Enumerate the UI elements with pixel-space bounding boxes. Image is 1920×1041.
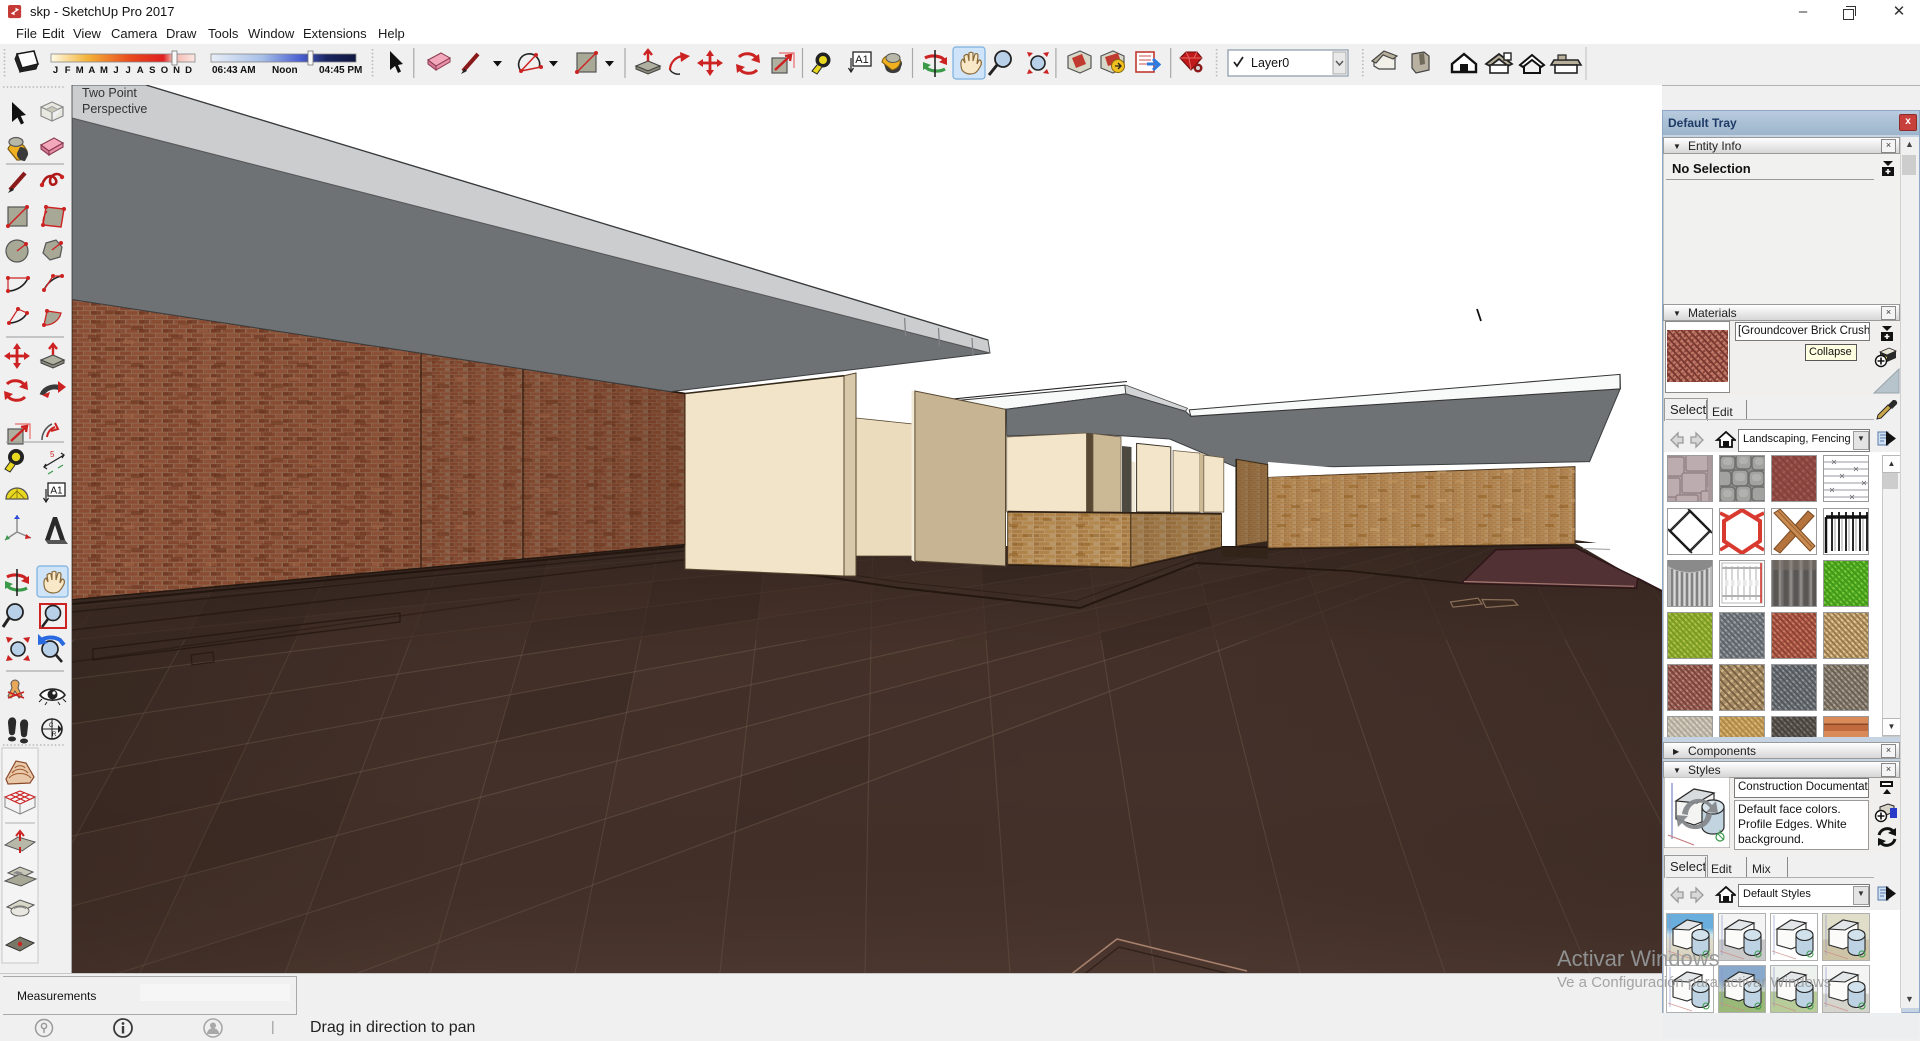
svg-text:J: J — [125, 65, 130, 76]
svg-text:F: F — [65, 65, 71, 76]
svg-text:A1: A1 — [855, 54, 868, 66]
svg-text:C: C — [49, 723, 54, 729]
svg-text:S: S — [149, 65, 155, 76]
svg-text:A: A — [137, 65, 144, 76]
svg-text:M: M — [100, 65, 108, 76]
svg-text:Layer0: Layer0 — [1251, 56, 1289, 70]
svg-text:O: O — [161, 65, 168, 76]
svg-text:Noon: Noon — [272, 65, 298, 76]
svg-text:04:45 PM: 04:45 PM — [319, 65, 362, 76]
svg-text:06:43 AM: 06:43 AM — [212, 65, 256, 76]
svg-text:D: D — [185, 65, 192, 76]
svg-text:Perspective: Perspective — [82, 102, 147, 116]
svg-text:J: J — [53, 65, 58, 76]
svg-text:J: J — [113, 65, 118, 76]
svg-text:M: M — [76, 65, 84, 76]
svg-text:R: R — [52, 732, 57, 738]
svg-text:5: 5 — [50, 450, 55, 459]
svg-text:A1: A1 — [50, 486, 63, 497]
svg-text:A: A — [88, 65, 95, 76]
svg-text:Two Point: Two Point — [82, 86, 137, 100]
svg-text:N: N — [173, 65, 180, 76]
